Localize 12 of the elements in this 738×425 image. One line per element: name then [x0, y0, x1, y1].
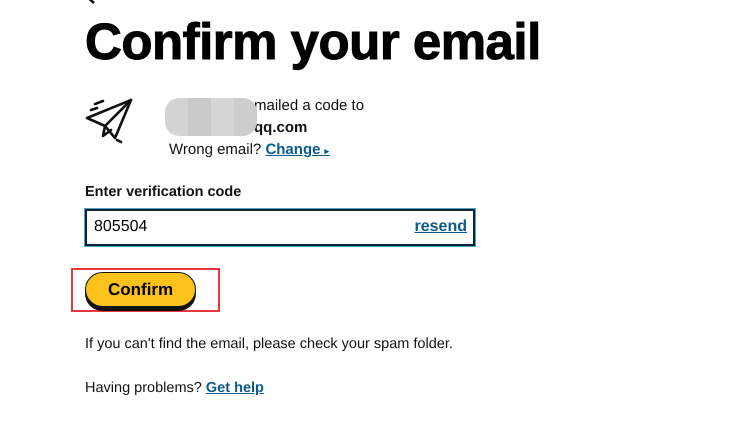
resend-link[interactable]: resend [414, 215, 467, 240]
field-label: Enter verification code [85, 183, 242, 202]
wrong-email-text: Wrong email? [169, 141, 262, 158]
spam-note: If you can't find the email, please check your spam folder. [85, 335, 454, 354]
page-title: Confirm your email [85, 14, 542, 70]
sent-message: mailed a code to [253, 96, 364, 116]
help-link[interactable]: Get help [206, 380, 264, 396]
paper-plane-icon [85, 98, 133, 144]
change-link[interactable]: Change ▸ [265, 141, 330, 158]
email-address: qq.com [253, 118, 308, 138]
help-prompt: Having problems? [85, 380, 202, 396]
code-input-field[interactable]: 805504 resend [85, 208, 475, 246]
